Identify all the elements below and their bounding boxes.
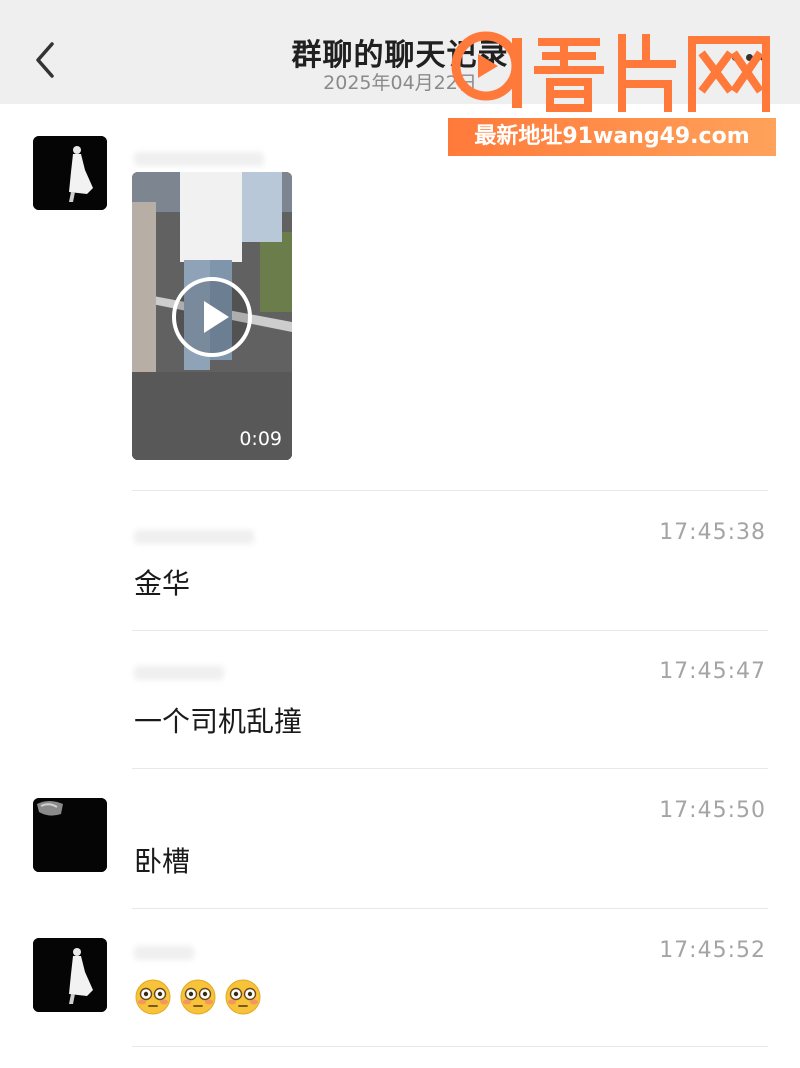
avatar[interactable] [33,136,107,210]
divider [132,630,768,631]
flushed-face-icon [225,979,261,1015]
page-date: 2025年04月22日 [323,72,477,94]
flushed-face-icon [180,979,216,1015]
avatar[interactable] [33,938,107,1012]
message-time: 17:45:50 [659,798,766,823]
flushed-face-icon [135,979,171,1015]
video-duration: 0:09 [239,428,282,450]
sender-name-blurred [134,666,224,680]
message-text: 卧槽 [134,845,191,878]
silhouette-avatar-icon [33,938,107,1012]
sender-name-blurred [134,152,264,166]
divider [132,768,768,769]
header-bar: 群聊的聊天记录 2025年04月22日 [0,0,800,104]
message-time: 17:45:38 [659,520,766,545]
video-message[interactable]: 0:09 [132,172,292,460]
message-time: 17:45:52 [659,938,766,963]
chat-history-page: 群聊的聊天记录 2025年04月22日 最新地址91wang49.com 0:0… [0,0,800,1068]
watermark-banner: 最新地址91wang49.com [448,118,776,156]
sender-name-blurred [134,530,254,544]
divider [132,490,768,491]
divider [132,1046,768,1047]
silhouette-avatar-icon [33,136,107,210]
play-icon[interactable] [171,276,253,358]
message-text: 一个司机乱撞 [134,705,303,738]
dark-avatar-icon [33,798,107,872]
divider [132,908,768,909]
avatar[interactable] [33,798,107,872]
sender-name-blurred [134,946,194,960]
message-time: 17:45:47 [659,659,766,684]
emoji-message [134,978,264,1018]
message-text: 金华 [134,567,191,600]
more-dots-icon[interactable] [728,42,772,72]
